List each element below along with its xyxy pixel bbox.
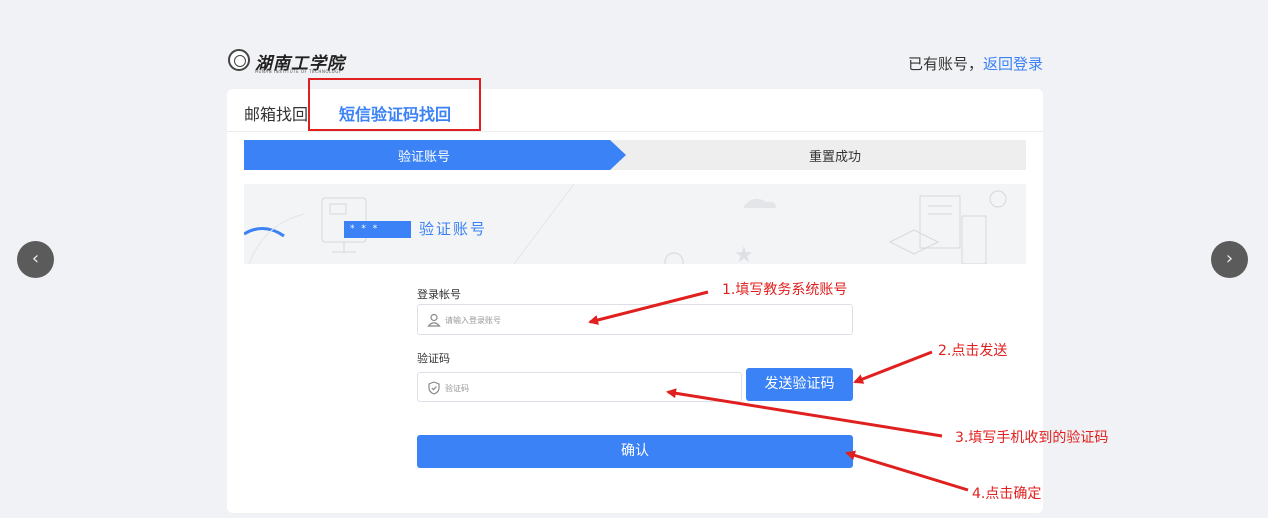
- step-1-label: 验证账号: [397, 150, 450, 165]
- progress-steps: 验证账号 重置成功: [244, 140, 1026, 170]
- code-placeholder: 验证码: [445, 384, 469, 393]
- user-icon: [427, 313, 441, 327]
- chevron-right-icon: ›: [1225, 248, 1234, 269]
- confirm-button[interactable]: 确认: [417, 435, 853, 468]
- account-placeholder: 请输入登录账号: [445, 316, 501, 325]
- prev-slide-button[interactable]: ‹: [17, 241, 54, 278]
- send-code-button[interactable]: 发送验证码: [746, 368, 853, 401]
- svg-text:★: ★: [734, 243, 754, 264]
- step-2-label: 重置成功: [808, 150, 861, 165]
- code-label: 验证码: [417, 352, 450, 365]
- recovery-card: 邮箱找回 短信验证码找回 验证账号 重置成功 ★ * * * 验证账号 登录帐号…: [227, 89, 1043, 513]
- step-banner: ★ * * * 验证账号: [244, 184, 1026, 264]
- next-slide-button[interactable]: ›: [1211, 241, 1248, 278]
- account-input[interactable]: 请输入登录账号: [417, 304, 853, 335]
- school-logo: 湖南工学院 HUNAN INSTITUTE OF TECHNOLOGY: [228, 49, 344, 75]
- logo-subtext: HUNAN INSTITUTE OF TECHNOLOGY: [255, 69, 342, 74]
- school-seal-icon: [228, 49, 250, 71]
- shield-icon: [428, 381, 440, 395]
- annotation-step-4: 4.点击确定: [972, 486, 1042, 502]
- tab-email-recovery[interactable]: 邮箱找回: [244, 101, 308, 125]
- tab-highlight-box: [308, 78, 481, 131]
- back-to-login-link[interactable]: 返回登录: [983, 55, 1043, 73]
- annotation-step-1: 1.填写教务系统账号: [722, 282, 848, 298]
- has-account-text: 已有账号，: [907, 55, 983, 73]
- account-label: 登录帐号: [417, 288, 461, 301]
- code-input[interactable]: 验证码: [417, 372, 742, 402]
- annotation-step-3: 3.填写手机收到的验证码: [955, 430, 1109, 446]
- banner-title: 验证账号: [419, 220, 488, 238]
- annotation-step-2: 2.点击发送: [938, 343, 1008, 359]
- login-prompt: 已有账号，返回登录: [908, 53, 1043, 74]
- chevron-left-icon: ‹: [31, 248, 40, 269]
- password-chip: * * *: [344, 221, 411, 238]
